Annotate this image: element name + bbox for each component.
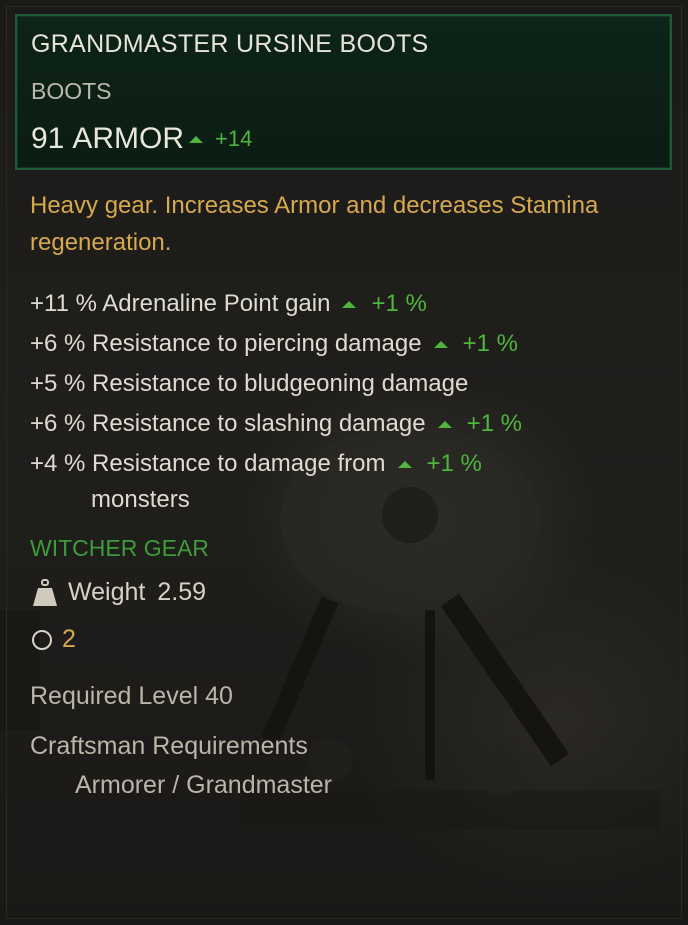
craftsman-requirements-title: Craftsman Requirements <box>30 732 308 760</box>
stat-text: +6 % Resistance to piercing damage <box>30 330 422 357</box>
stat-row: +4 % Resistance to damage from +1 % <box>30 450 482 478</box>
stat-text: +5 % Resistance to bludgeoning damage <box>30 370 469 397</box>
slot-circle-icon <box>32 629 52 650</box>
weight-icon <box>33 578 57 606</box>
stat-row: +11 % Adrenaline Point gain +1 % <box>30 290 427 318</box>
increase-arrow-icon <box>397 460 412 468</box>
armor-bonus: +14 <box>215 126 253 151</box>
stat-row: +6 % Resistance to piercing damage +1 % <box>30 330 518 358</box>
stat-bonus: +1 % <box>466 410 522 437</box>
slot-count: 2 <box>62 625 76 653</box>
weight-value: 2.59 <box>157 578 207 606</box>
set-label: WITCHER GEAR <box>30 535 209 561</box>
armor-label: ARMOR <box>72 122 185 155</box>
weight-label: Weight <box>68 578 146 606</box>
increase-arrow-icon <box>342 300 357 308</box>
increase-arrow-icon <box>189 135 204 143</box>
stat-bonus: +1 % <box>371 290 427 317</box>
armor-value: 91 <box>31 122 65 155</box>
slot-row: 2 <box>32 625 76 654</box>
increase-arrow-icon <box>437 420 452 428</box>
item-description: Heavy gear. Increases Armor and decrease… <box>30 192 599 256</box>
stat-continuation: monsters <box>91 486 190 513</box>
weight-row: Weight 2.59 <box>32 578 206 607</box>
item-name: GRANDMASTER URSINE BOOTS <box>31 30 429 58</box>
stat-text: +4 % Resistance to damage from <box>30 450 386 477</box>
stat-bonus: +1 % <box>426 450 482 477</box>
stat-row: +6 % Resistance to slashing damage +1 % <box>30 410 522 438</box>
stat-bonus: +1 % <box>462 330 518 357</box>
stat-text: +11 % Adrenaline Point gain <box>30 290 331 317</box>
item-header: GRANDMASTER URSINE BOOTS BOOTS 91 ARMOR … <box>15 14 672 170</box>
craftsman-requirements-value: Armorer / Grandmaster <box>75 771 333 799</box>
item-type: BOOTS <box>31 78 112 104</box>
increase-arrow-icon <box>433 340 448 348</box>
stat-row: +5 % Resistance to bludgeoning damage <box>30 370 468 398</box>
stat-text: +6 % Resistance to slashing damage <box>30 410 426 437</box>
required-level: Required Level 40 <box>30 682 233 710</box>
armor-row: 91 ARMOR +14 <box>31 122 252 156</box>
